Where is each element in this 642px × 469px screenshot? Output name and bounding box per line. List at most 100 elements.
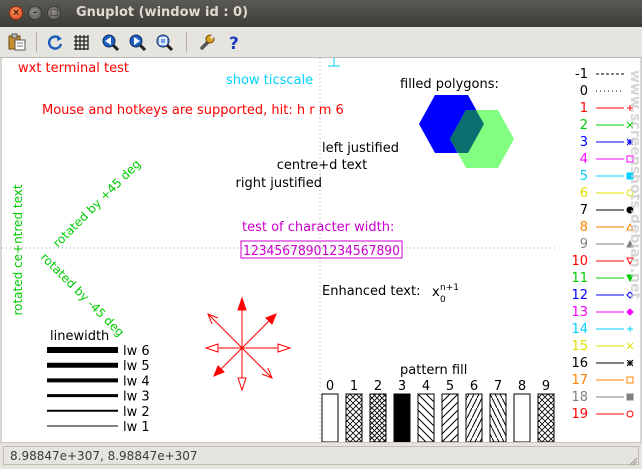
minimize-icon: – <box>32 8 38 18</box>
plot-canvas[interactable]: wxt terminal test Mouse and hotkeys are … <box>2 58 642 443</box>
help-button[interactable]: ? <box>223 31 245 53</box>
key-label: 1 <box>580 101 588 116</box>
watermark-text: www.screenshots.debian.net <box>627 70 640 300</box>
pattern-number: 6 <box>470 379 478 394</box>
pattern-number: 4 <box>422 379 430 394</box>
key-label: 7 <box>580 203 588 218</box>
pattern-number: 9 <box>542 379 550 394</box>
window-maximize-button[interactable]: □ <box>47 6 61 20</box>
key-label: 9 <box>580 237 588 252</box>
copy-to-clipboard-button[interactable] <box>6 31 28 53</box>
pattern-number: 0 <box>326 379 334 394</box>
status-bar: 8.98847e+307, 8.98847e+307 <box>0 442 642 469</box>
key-label: 12 <box>571 288 588 303</box>
key-label: 13 <box>571 305 588 320</box>
toolbar-separator <box>36 32 37 52</box>
replot-button[interactable] <box>44 31 66 53</box>
svg-text:?: ? <box>229 34 239 51</box>
pattern-swatch <box>537 393 555 443</box>
pattern-number: 3 <box>398 379 406 394</box>
linewidth-label: lw 5 <box>123 359 150 374</box>
enhanced-subscript: 0 <box>440 295 446 305</box>
help-icon: ? <box>229 34 239 51</box>
rotated-plus45-text: rotated by +45 deg <box>50 157 143 250</box>
linewidth-samples: lw 6lw 5lw 4lw 3lw 2lw 1 <box>47 344 150 435</box>
title-bar: × – □ Gnuplot (window id : 0) <box>0 0 642 28</box>
pattern-number: 7 <box>494 379 502 394</box>
key-point-marker <box>626 393 634 401</box>
toolbar: ? <box>0 27 642 58</box>
close-icon: × <box>12 8 20 18</box>
pattern-number: 1 <box>350 379 358 394</box>
key-label: -1 <box>575 67 588 82</box>
pattern-swatch <box>441 393 459 443</box>
pattern-number: 5 <box>446 379 454 394</box>
left-justified-text: left justified <box>322 141 399 156</box>
pattern-swatch <box>417 393 435 443</box>
key-label: 16 <box>571 356 588 371</box>
key-point-marker <box>626 342 634 350</box>
maximize-icon: □ <box>49 8 59 18</box>
rotated-minus45-text: rotated by -45 deg <box>38 250 127 339</box>
key-point-marker <box>626 359 634 367</box>
linewidth-label: lw 2 <box>123 405 150 420</box>
arrow-star <box>204 296 292 392</box>
mouse-hotkeys-text: Mouse and hotkeys are supported, hit: h … <box>42 103 344 118</box>
pattern-swatch <box>345 393 363 443</box>
pattern-number: 2 <box>374 379 382 394</box>
pattern-swatch <box>489 393 507 443</box>
window-close-button[interactable]: × <box>9 6 23 20</box>
right-justified-text: right justified <box>236 176 322 191</box>
previous-zoom-button[interactable] <box>99 31 121 53</box>
enhanced-base: x <box>432 285 440 300</box>
line-type-legend: -1012345678910111213141516171819 <box>571 67 634 422</box>
key-label: 6 <box>580 186 588 201</box>
linewidth-label: lw 6 <box>123 344 150 359</box>
resize-grip-icon[interactable] <box>628 456 638 466</box>
pattern-swatch <box>513 393 531 443</box>
pattern-swatch <box>465 393 483 443</box>
key-label: 3 <box>580 135 588 150</box>
configure-button[interactable] <box>196 31 218 53</box>
key-point-marker <box>626 376 634 384</box>
rotated-centred-text: rotated ce+ntred text <box>11 184 25 315</box>
autoscale-button[interactable] <box>153 31 175 53</box>
key-label: 19 <box>571 407 588 422</box>
zoom-previous-icon <box>102 34 119 51</box>
grid-icon <box>74 35 89 50</box>
key-label: 17 <box>571 373 588 388</box>
pattern-swatch <box>369 393 387 443</box>
mouse-coordinates: 8.98847e+307, 8.98847e+307 <box>3 446 639 465</box>
centred-text: centre+d text <box>277 158 367 173</box>
key-label: 14 <box>571 322 588 337</box>
filled-polygons-label: filled polygons: <box>400 77 499 92</box>
window-title: Gnuplot (window id : 0) <box>76 5 249 20</box>
key-point-marker <box>626 308 634 316</box>
plot-svg: wxt terminal test Mouse and hotkeys are … <box>2 58 642 443</box>
key-label: 0 <box>580 84 588 99</box>
autoscale-icon <box>156 34 173 51</box>
wrench-icon <box>200 34 215 50</box>
key-label: 5 <box>580 169 588 184</box>
enhanced-superscript: n+1 <box>440 283 459 293</box>
linewidth-label: lw 1 <box>123 420 150 435</box>
char-width-title: test of character width: <box>242 220 394 235</box>
key-label: 11 <box>571 271 588 286</box>
key-label: 2 <box>580 118 588 133</box>
pattern-swatch <box>393 393 411 443</box>
key-label: 15 <box>571 339 588 354</box>
char-width-sample: 12345678901234567890 <box>243 244 400 259</box>
key-label: 8 <box>580 220 588 235</box>
plot-title: wxt terminal test <box>18 61 129 76</box>
zoom-next-icon <box>129 34 146 51</box>
toggle-grid-button[interactable] <box>70 31 92 53</box>
pattern-number: 8 <box>518 379 526 394</box>
pattern-swatch <box>321 393 339 443</box>
enhanced-text-label: Enhanced text: <box>322 284 420 299</box>
window-minimize-button[interactable]: – <box>28 6 42 20</box>
next-zoom-button[interactable] <box>126 31 148 53</box>
key-label: 10 <box>571 254 588 269</box>
pattern-fill-samples: 0 1 2 3 4 5 6 7 8 9 <box>321 379 555 443</box>
linewidth-title: linewidth <box>50 329 109 344</box>
linewidth-label: lw 4 <box>123 374 150 389</box>
